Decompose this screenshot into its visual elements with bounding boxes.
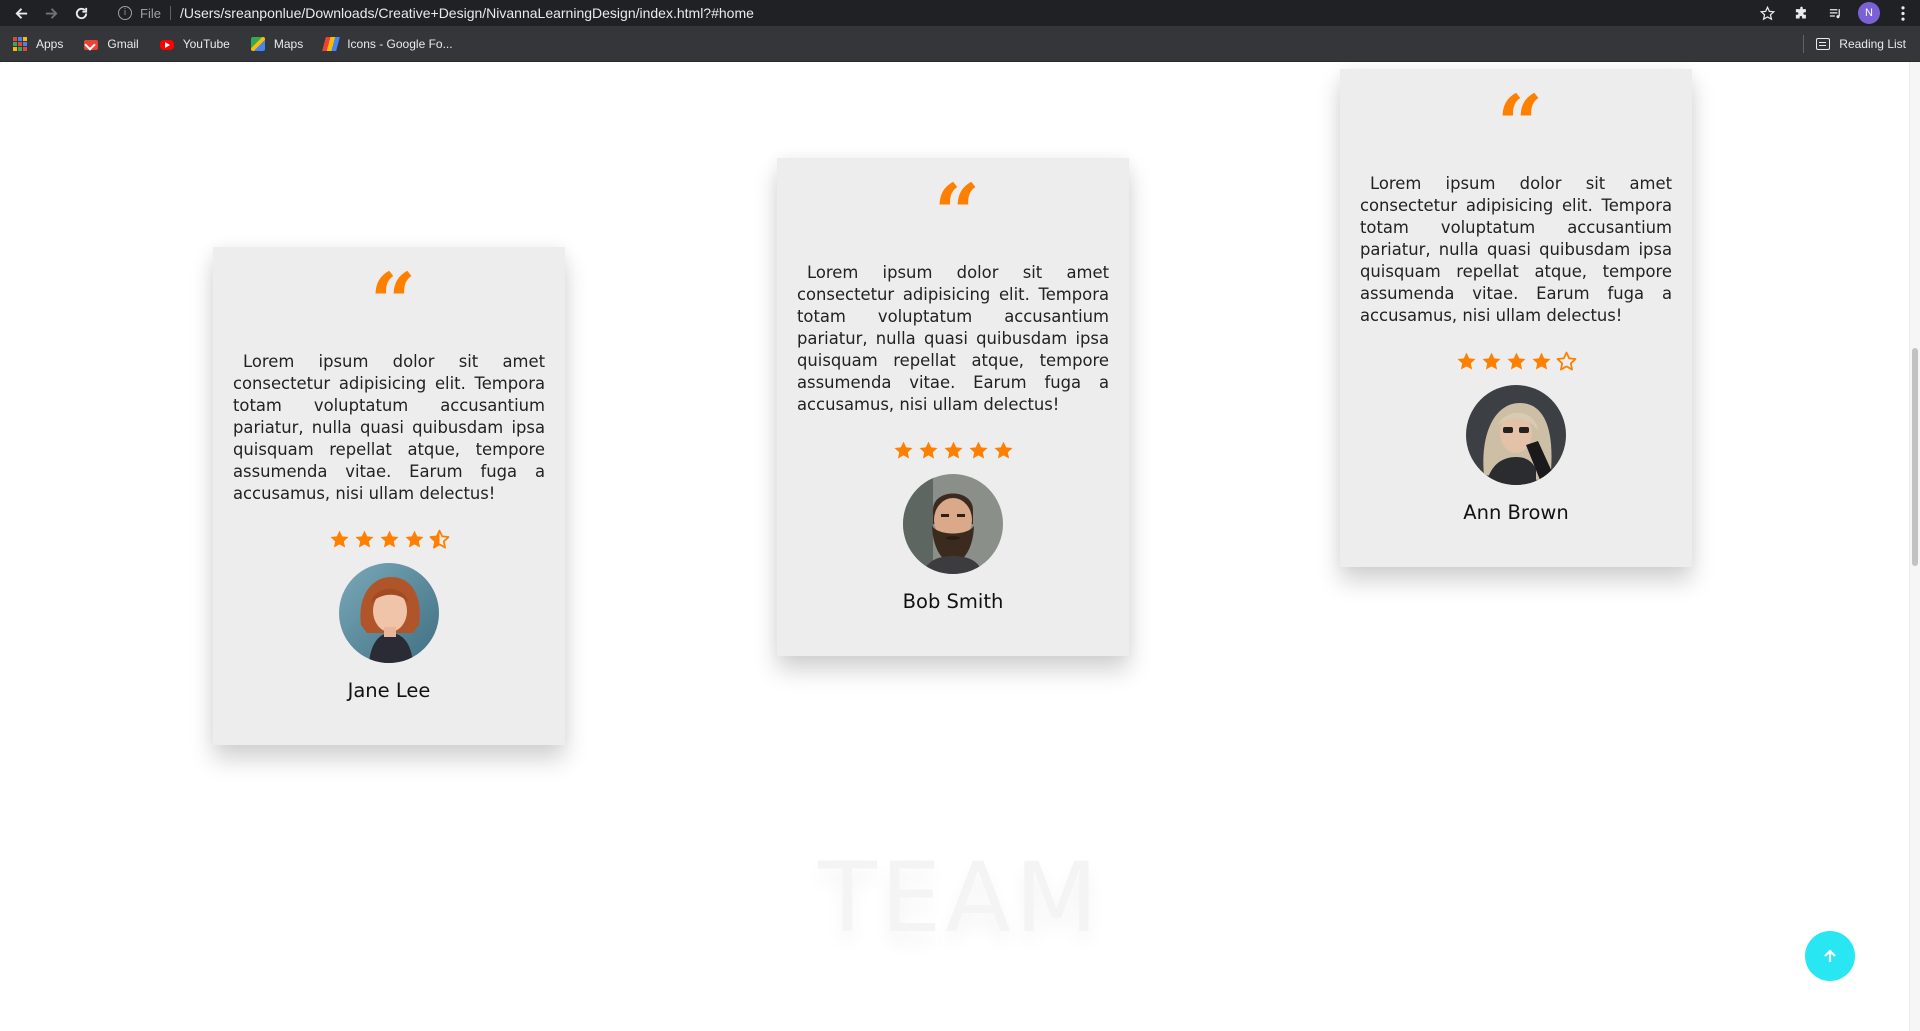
- star-icon: [379, 530, 399, 548]
- reading-list-label: Reading List: [1839, 37, 1906, 51]
- star-rating: [233, 529, 545, 550]
- star-icon: [1481, 352, 1501, 370]
- media-control-button[interactable]: [1818, 0, 1852, 26]
- forward-button[interactable]: [36, 0, 66, 26]
- portrait-bob-smith: [903, 474, 1003, 574]
- portrait-ann-brown: [1466, 385, 1566, 485]
- avatar: [903, 474, 1003, 574]
- bookmark-label: Gmail: [107, 36, 139, 51]
- arrow-right-icon: [45, 7, 58, 19]
- menu-button[interactable]: [1886, 0, 1920, 26]
- bookmark-label: Icons - Google Fo...: [347, 36, 453, 51]
- star-icon: [968, 441, 988, 459]
- quote-icon: “: [369, 267, 416, 329]
- reading-list-button[interactable]: Reading List: [1803, 26, 1906, 62]
- bookmark-label: YouTube: [182, 36, 230, 51]
- star-icon: [1506, 352, 1526, 370]
- apps-grid-icon: [13, 36, 27, 51]
- star-rating: [1360, 351, 1672, 372]
- bookmark-star-button[interactable]: [1750, 0, 1784, 26]
- portrait-jane-lee: [339, 563, 439, 663]
- queue-music-icon: [1829, 8, 1840, 18]
- star-icon: [943, 441, 963, 459]
- avatar: [339, 563, 439, 663]
- bookmark-apps[interactable]: Apps: [0, 26, 71, 62]
- quote-icon: “: [1496, 89, 1543, 151]
- star-half-icon: [429, 529, 449, 549]
- bookmark-gmail[interactable]: Gmail: [71, 26, 146, 62]
- more-vert-icon: [1901, 5, 1905, 21]
- arrow-up-icon: [1824, 949, 1836, 962]
- reload-button[interactable]: [66, 0, 96, 26]
- star-outline-icon: [1556, 351, 1576, 371]
- url-text[interactable]: /Users/sreanponlue/Downloads/Creative+De…: [180, 5, 754, 21]
- extensions-button[interactable]: [1784, 0, 1818, 26]
- testimonial-card: “ Lorem ipsum dolor sit amet consectetur…: [1340, 69, 1692, 567]
- reload-icon: [75, 7, 87, 19]
- browser-toolbar: i File /Users/sreanponlue/Downloads/Crea…: [0, 0, 1920, 26]
- url-separator: [169, 6, 171, 20]
- reviewer-name: Ann Brown: [1463, 501, 1569, 524]
- scrollbar-thumb[interactable]: [1912, 348, 1918, 566]
- star-icon: [354, 530, 374, 548]
- google-fonts-icon: [322, 36, 341, 51]
- review-text: Lorem ipsum dolor sit amet consectetur a…: [233, 352, 545, 503]
- star-icon: [329, 530, 349, 548]
- site-info-icon[interactable]: i: [118, 6, 132, 20]
- star-icon: [993, 441, 1013, 459]
- page-content: “ Lorem ipsum dolor sit amet consectetur…: [0, 62, 1920, 1031]
- section-title: TEAM: [818, 842, 1102, 954]
- avatar: [1466, 385, 1566, 485]
- bookmark-maps[interactable]: Maps: [238, 26, 311, 62]
- star-icon: [1531, 352, 1551, 370]
- gmail-icon: [84, 39, 99, 50]
- star-rating: [797, 440, 1109, 461]
- arrow-left-icon: [14, 7, 27, 19]
- maps-icon: [250, 36, 265, 51]
- bookmark-label: Maps: [273, 36, 304, 51]
- reviewer-name: Bob Smith: [902, 590, 1004, 613]
- testimonial-card: “ Lorem ipsum dolor sit amet consectetur…: [213, 247, 565, 745]
- address-bar[interactable]: i File /Users/sreanponlue/Downloads/Crea…: [110, 1, 1780, 25]
- youtube-icon: [159, 39, 174, 50]
- star-icon: [1456, 352, 1476, 370]
- review-text: Lorem ipsum dolor sit amet consectetur a…: [797, 263, 1109, 414]
- puzzle-icon: [1795, 6, 1806, 18]
- bookmark-label: Apps: [36, 36, 64, 51]
- review-text: Lorem ipsum dolor sit amet consectetur a…: [1360, 174, 1672, 325]
- bookmarks-bar: Apps Gmail YouTube Maps Icons - Google F…: [0, 26, 1920, 62]
- avatar: N: [1858, 2, 1880, 24]
- star-icon: [918, 441, 938, 459]
- star-outline-icon: [1759, 5, 1775, 20]
- bookmark-youtube[interactable]: YouTube: [147, 26, 238, 62]
- back-button[interactable]: [6, 0, 36, 26]
- scroll-to-top-button[interactable]: [1805, 931, 1855, 981]
- star-icon: [893, 441, 913, 459]
- profile-button[interactable]: N: [1852, 0, 1886, 26]
- bookmark-google-fonts[interactable]: Icons - Google Fo...: [311, 26, 460, 62]
- star-icon: [404, 530, 424, 548]
- scrollbar[interactable]: [1909, 62, 1920, 1031]
- reading-list-icon: [1816, 38, 1831, 50]
- reviewer-name: Jane Lee: [347, 679, 431, 702]
- divider: [1803, 35, 1805, 53]
- toolbar-actions: N: [1750, 0, 1920, 26]
- url-scheme: File: [140, 5, 161, 21]
- quote-icon: “: [933, 178, 980, 240]
- testimonial-card: “ Lorem ipsum dolor sit amet consectetur…: [777, 158, 1129, 656]
